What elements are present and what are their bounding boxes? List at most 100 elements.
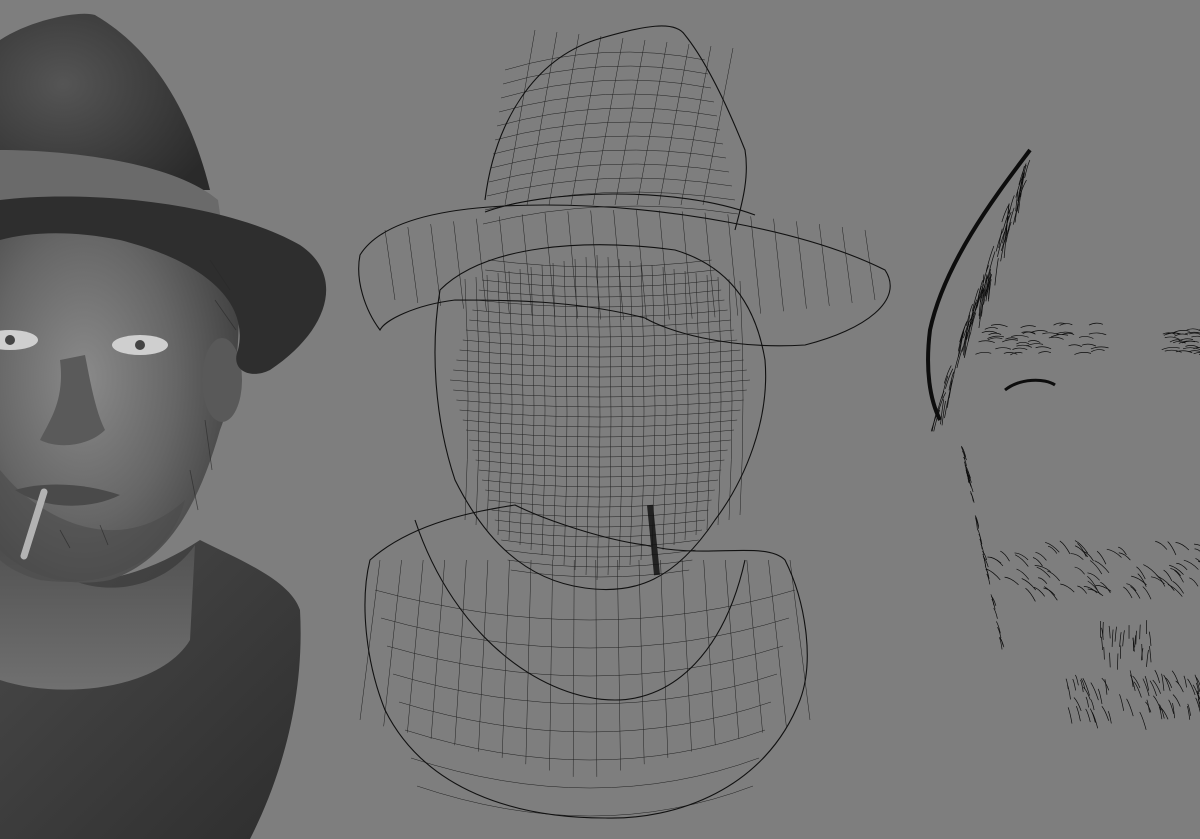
wire-edge: [504, 51, 706, 71]
hair-strand: [993, 608, 998, 619]
hair-strand: [1102, 622, 1104, 638]
wire-edge: [590, 210, 601, 320]
hair-strand: [995, 347, 1011, 350]
hair-guides-render: [926, 148, 1200, 730]
wire-edge: [618, 258, 623, 571]
wire-edge: [488, 499, 712, 508]
hair-strand: [1172, 694, 1181, 707]
wire-edge: [485, 269, 715, 278]
hair-strand: [1074, 352, 1092, 355]
hair-strand: [1035, 346, 1052, 350]
wire-edge: [541, 264, 546, 556]
hair-strand: [1059, 323, 1073, 326]
hair-strand: [1101, 706, 1110, 721]
hair-strand: [1016, 341, 1030, 345]
wire-edge: [717, 276, 722, 526]
hair-strand: [1016, 568, 1030, 580]
hair-strand: [1100, 636, 1103, 651]
hair-strand: [1047, 545, 1058, 554]
sideburn-strands: [926, 148, 1032, 421]
hair-strand: [1108, 625, 1111, 639]
wire-edge: [614, 39, 646, 206]
wire-shoulders: [364, 504, 808, 819]
hair-strand: [1074, 674, 1079, 686]
hair-strand: [1146, 699, 1150, 713]
wire-edge: [552, 262, 557, 561]
hair-strand: [1042, 332, 1060, 336]
hair-strand: [1103, 646, 1105, 660]
wire-edge: [507, 559, 693, 568]
wire-edge: [607, 256, 612, 576]
hair-strand: [1171, 670, 1180, 685]
hair-strand: [1174, 570, 1184, 583]
hair-strand: [1090, 698, 1095, 711]
hair-strand: [1085, 696, 1089, 708]
wire-edge: [481, 479, 719, 488]
hair-strand: [1175, 542, 1190, 551]
wire-edge: [453, 221, 464, 309]
hair-strand: [1195, 558, 1200, 562]
hair-strand: [948, 371, 955, 391]
wire-edge: [728, 278, 733, 521]
hair-strand: [1132, 675, 1141, 689]
wire-edge: [750, 216, 761, 314]
wire-edge: [456, 359, 744, 368]
wire-edge: [544, 212, 556, 318]
hair-strand: [1139, 711, 1147, 730]
hair-strand: [1119, 632, 1122, 647]
hair-strand: [1123, 586, 1133, 599]
hair-strand: [1158, 576, 1175, 591]
hair-strand: [1183, 675, 1187, 688]
wire-edge: [592, 37, 624, 206]
hair-strand: [937, 390, 945, 412]
wire-edge: [746, 559, 763, 733]
hair-strand: [1015, 554, 1029, 567]
hair-strand: [1155, 540, 1168, 550]
wire-edge: [475, 276, 480, 526]
hair-strand: [1091, 349, 1105, 353]
wire-edge: [407, 226, 419, 304]
wire-edge: [498, 93, 715, 113]
wire-edge: [491, 509, 709, 518]
hair-strand: [1025, 587, 1036, 602]
hair-strand: [1089, 560, 1103, 575]
wire-edge: [660, 559, 669, 758]
hair-strand: [988, 332, 1002, 336]
wire-edge: [383, 559, 402, 727]
hair-strand: [1142, 586, 1152, 600]
hair-strand: [984, 327, 998, 330]
hair-strand: [1129, 670, 1134, 688]
hair-strand: [987, 337, 1003, 341]
wire-edge: [768, 559, 787, 727]
hair-strand: [1032, 557, 1043, 567]
hair-strand: [1119, 694, 1125, 711]
hair-strand: [990, 556, 1004, 567]
hair-strand: [980, 543, 985, 555]
hair-strand: [1148, 631, 1152, 646]
wire-edge: [510, 569, 690, 578]
hair-strand: [1097, 688, 1103, 704]
wire-edge: [494, 519, 706, 528]
hair-strand: [1150, 576, 1165, 585]
ear: [202, 338, 242, 422]
hair-strand: [994, 258, 999, 286]
hair-strand: [1060, 583, 1075, 593]
hair-strand: [1038, 351, 1052, 354]
hair-strand: [1114, 626, 1117, 642]
wire-edge: [386, 645, 784, 677]
wire-edge: [525, 559, 532, 765]
wire-edge: [521, 214, 533, 316]
wire-edge: [380, 617, 790, 649]
wire-edge: [739, 280, 744, 516]
wire-edge: [462, 339, 738, 348]
wire-edge: [548, 33, 580, 206]
hair-strand: [1176, 562, 1188, 571]
wire-edge: [706, 274, 711, 531]
hair-strand: [1035, 551, 1047, 561]
wireframe-head-render: [358, 25, 891, 819]
hair-strand: [1087, 572, 1100, 581]
3d-viewport[interactable]: [0, 0, 1200, 839]
wire-edge: [384, 229, 396, 301]
hair-strand: [1161, 346, 1180, 351]
wire-edge: [684, 270, 689, 541]
